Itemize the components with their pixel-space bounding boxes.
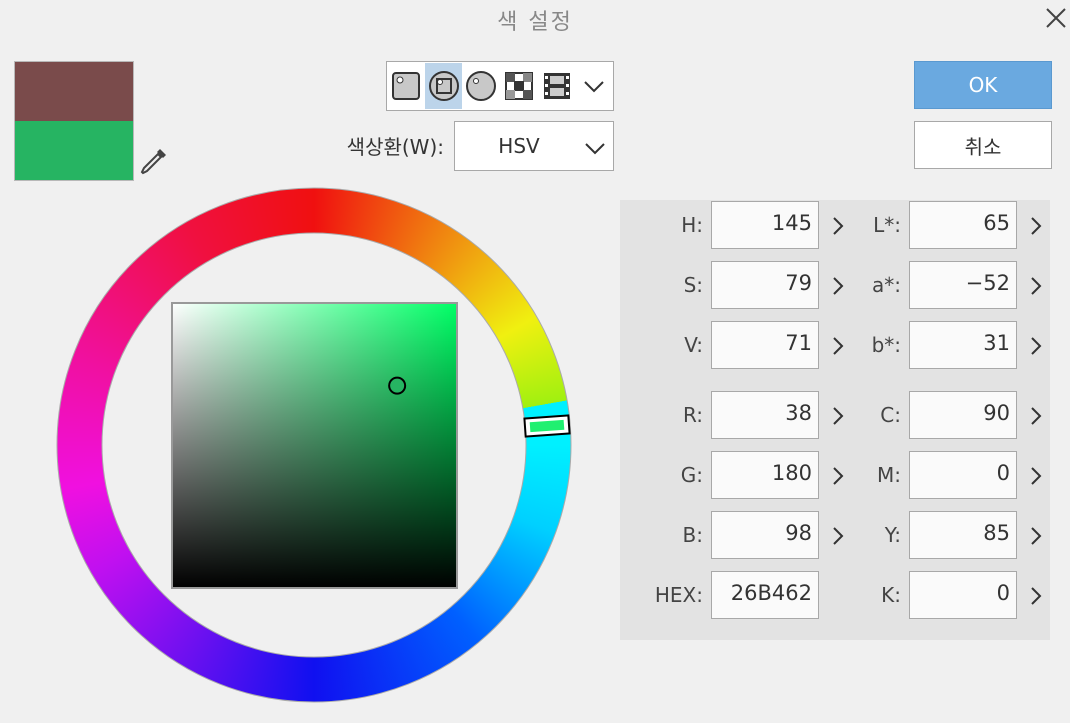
field-input-right-6[interactable]: 0 (909, 571, 1017, 619)
field-input-left-1[interactable]: 79 (711, 261, 819, 309)
sv-square[interactable] (171, 302, 458, 589)
chevron-right-icon[interactable] (1029, 215, 1043, 237)
chevron-right-icon[interactable] (1029, 275, 1043, 297)
hue-ring[interactable] (56, 187, 572, 703)
sub-color-swatch[interactable] (15, 121, 133, 180)
field-label-right-0: L*: (873, 213, 901, 237)
field-label-right-6: K: (881, 583, 901, 607)
field-label-left-6: HEX: (654, 583, 703, 607)
chevron-right-icon[interactable] (1029, 335, 1043, 357)
field-label-left-1: S: (683, 273, 703, 297)
color-ring-select[interactable]: HSV (454, 121, 614, 171)
field-label-right-3: C: (880, 403, 901, 427)
hsv-ring-mode-icon (428, 71, 459, 101)
ok-button[interactable]: OK (914, 61, 1052, 109)
film-mode-button[interactable] (538, 63, 576, 109)
hue-handle[interactable] (523, 414, 571, 438)
film-mode-icon (543, 73, 570, 99)
field-label-left-5: B: (682, 523, 703, 547)
circle-mode-button[interactable] (462, 63, 500, 109)
field-input-left-0[interactable]: 145 (711, 201, 819, 249)
main-color-swatch[interactable] (15, 62, 133, 121)
field-label-left-3: R: (682, 403, 703, 427)
sv-cursor[interactable] (388, 376, 407, 395)
field-input-left-3[interactable]: 38 (711, 391, 819, 439)
chevron-down-icon (585, 143, 605, 155)
grid-mode-icon (504, 72, 533, 100)
field-input-right-2[interactable]: 31 (909, 321, 1017, 369)
square-mode-icon (391, 72, 420, 100)
field-input-right-3[interactable]: 90 (909, 391, 1017, 439)
chevron-right-icon[interactable] (1029, 525, 1043, 547)
display-mode-toolbar (386, 61, 614, 111)
chevron-right-icon[interactable] (1029, 405, 1043, 427)
field-input-left-2[interactable]: 71 (711, 321, 819, 369)
field-label-right-4: M: (877, 463, 901, 487)
circle-mode-icon (466, 71, 497, 101)
square-mode-button[interactable] (387, 63, 425, 109)
chevron-down-icon (584, 81, 604, 93)
field-input-left-6[interactable]: 26B462 (711, 571, 819, 619)
hsv-ring-mode-button[interactable] (424, 63, 463, 109)
field-label-right-1: a*: (872, 273, 901, 297)
field-input-right-4[interactable]: 0 (909, 451, 1017, 499)
chevron-right-icon[interactable] (1029, 465, 1043, 487)
color-swatches (14, 61, 134, 181)
field-label-left-4: G: (680, 463, 703, 487)
window-title: 색 설정 (497, 10, 573, 35)
field-input-right-0[interactable]: 65 (909, 201, 1017, 249)
color-ring-label: 색상환(W): (346, 135, 444, 159)
chevron-right-icon[interactable] (1029, 585, 1043, 607)
field-input-left-5[interactable]: 98 (711, 511, 819, 559)
field-label-right-2: b*: (871, 333, 901, 357)
field-input-left-4[interactable]: 180 (711, 451, 819, 499)
color-ring-value: HSV (498, 134, 540, 158)
field-label-left-2: V: (684, 333, 703, 357)
field-input-right-1[interactable]: −52 (909, 261, 1017, 309)
cancel-button[interactable]: 취소 (914, 121, 1052, 169)
grid-mode-button[interactable] (500, 63, 538, 109)
field-input-right-5[interactable]: 85 (909, 511, 1017, 559)
eyedropper-icon[interactable] (138, 145, 170, 177)
close-icon[interactable] (1042, 4, 1070, 32)
mode-menu-button[interactable] (575, 63, 613, 109)
field-label-left-0: H: (681, 213, 703, 237)
field-label-right-5: Y: (884, 523, 901, 547)
